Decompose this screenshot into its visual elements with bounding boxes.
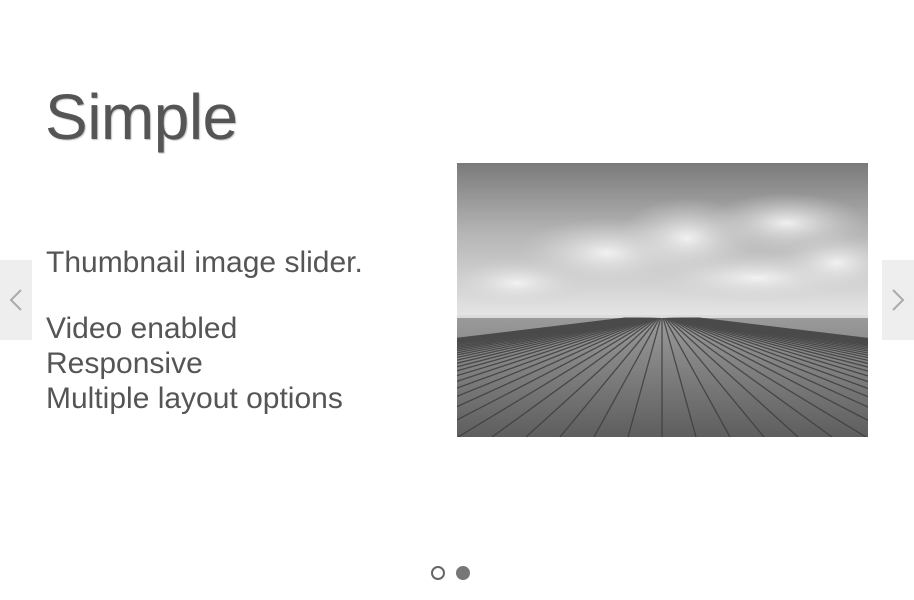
pager-dot-1[interactable] — [431, 566, 445, 580]
slide-title: Simple — [45, 81, 238, 153]
chevron-left-icon — [9, 289, 22, 311]
slide-pager — [431, 564, 470, 582]
chevron-right-icon — [892, 289, 905, 311]
slide-thumbnail-image — [457, 163, 868, 437]
next-button[interactable] — [882, 260, 914, 340]
feature-item: Multiple layout options — [46, 382, 343, 415]
pager-dot-2-active[interactable] — [456, 566, 470, 580]
slide-subtitle: Thumbnail image slider. — [46, 246, 363, 279]
slide-description: Thumbnail image slider. Video enabled Re… — [46, 245, 363, 416]
feature-item: Video enabled — [46, 312, 238, 345]
feature-item: Responsive — [46, 347, 203, 380]
prev-button[interactable] — [0, 260, 32, 340]
image-slider: Simple Thumbnail image slider. Video ena… — [0, 0, 914, 600]
